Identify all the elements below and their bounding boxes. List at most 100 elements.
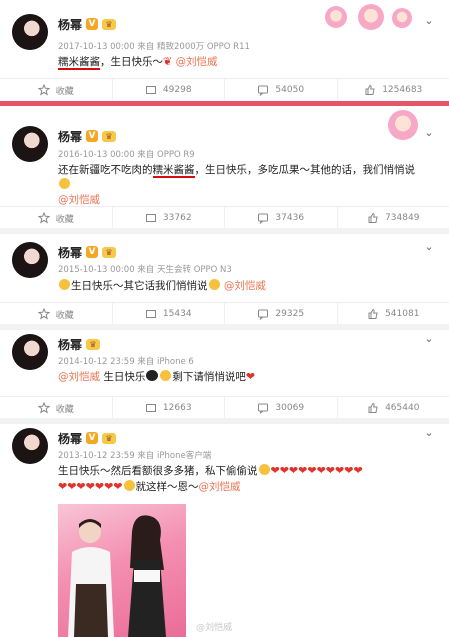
star-icon <box>37 308 50 320</box>
favorite-button[interactable]: 收藏 <box>0 397 113 418</box>
repost-count: 15434 <box>162 309 192 319</box>
comment-icon <box>257 402 269 414</box>
weibo-post-3: 杨幂 V ♛ 2015-10-13 00:00 来自 天生会转 OPPO N3 … <box>0 234 449 324</box>
repost-button[interactable]: 12663 <box>113 397 225 418</box>
comment-button[interactable]: 30069 <box>225 397 338 418</box>
repost-button[interactable]: 49298 <box>113 79 225 100</box>
laugh-emoji-icon <box>123 480 135 491</box>
action-bar: 收藏 15434 29325 541081 <box>0 302 449 324</box>
post-photo[interactable] <box>58 504 186 637</box>
comment-button[interactable]: 54050 <box>225 79 338 100</box>
cartoon-sticker-icon <box>388 110 418 140</box>
weibo-post-1: 杨幂 V ♛ 2017-10-13 00:00 来自 精致2000万 OPPO … <box>0 0 449 100</box>
post-content: 生日快乐～其它话我们悄悄说 @刘恺威 <box>58 278 427 294</box>
vip-crown-icon: ♛ <box>102 18 117 30</box>
verified-icon: V <box>86 130 99 142</box>
author-name[interactable]: 杨幂 <box>58 244 82 261</box>
content-text: 生日快乐～其它话我们悄悄说 <box>71 280 208 292</box>
repost-count: 12663 <box>162 403 192 413</box>
favorite-button[interactable]: 收藏 <box>0 79 113 100</box>
author-name[interactable]: 杨幂 <box>58 128 82 145</box>
post-header: 杨幂 V ♛ <box>58 16 117 33</box>
post-meta: 2015-10-13 00:00 来自 天生会转 OPPO N3 <box>58 265 232 275</box>
chevron-down-icon[interactable]: ⌄ <box>423 15 435 26</box>
post-content: 糯米酱酱，生日快乐～❦ @刘恺威 <box>58 54 427 70</box>
vip-crown-icon: ♛ <box>86 338 101 350</box>
smile-emoji-icon <box>258 464 270 475</box>
repost-count: 33762 <box>162 213 192 223</box>
chevron-down-icon[interactable]: ⌄ <box>423 333 435 344</box>
like-count: 541081 <box>385 309 420 319</box>
content-highlight: 糯米酱酱 <box>152 164 195 178</box>
star-icon <box>37 84 50 96</box>
comment-count: 37436 <box>275 213 305 223</box>
star-icon <box>37 402 50 414</box>
like-count: 1254683 <box>382 85 423 95</box>
post-content: @刘恺威 生日快乐 剩下请悄悄说吧❤ <box>58 369 427 385</box>
post-header: 杨幂 V ♛ <box>58 244 117 261</box>
rose-icon: ❦ <box>163 55 173 68</box>
chevron-down-icon[interactable]: ⌄ <box>423 127 435 138</box>
laugh-emoji-icon <box>59 279 70 290</box>
avatar[interactable] <box>12 428 48 464</box>
author-name[interactable]: 杨幂 <box>58 430 82 447</box>
weibo-post-2: 杨幂 V ♛ 2016-10-13 00:00 来自 OPPO R9 ⌄ 还在新… <box>0 108 449 228</box>
post-meta: 2014-10-12 23:59 来自 iPhone 6 <box>58 357 194 367</box>
repost-button[interactable]: 33762 <box>113 207 225 228</box>
post-header: 杨幂 V ♛ <box>58 128 117 145</box>
favorite-button[interactable]: 收藏 <box>0 207 113 228</box>
comment-icon <box>257 308 269 320</box>
mention-link[interactable]: @刘恺威 <box>58 194 100 206</box>
content-text: 就这样～恩～ <box>135 481 199 493</box>
weibo-post-4: 杨幂 ♛ 2014-10-12 23:59 来自 iPhone 6 ⌄ @刘恺威… <box>0 330 449 418</box>
comment-button[interactable]: 37436 <box>225 207 338 228</box>
repost-count: 49298 <box>162 85 192 95</box>
action-bar: 收藏 12663 30069 465440 <box>0 396 449 418</box>
hearts-row-icon: ❤❤❤❤❤❤❤ <box>58 480 123 493</box>
mention-link[interactable]: @刘恺威 <box>224 280 266 292</box>
thumbs-up-icon <box>367 212 379 224</box>
like-button[interactable]: 541081 <box>338 303 449 324</box>
mention-link[interactable]: @刘恺威 <box>176 56 218 68</box>
like-count: 734849 <box>385 213 420 223</box>
thumbs-up-icon <box>367 402 379 414</box>
author-name[interactable]: 杨幂 <box>58 336 82 353</box>
highlight-divider <box>0 101 449 106</box>
cartoon-sticker-icon <box>358 4 384 30</box>
mention-link[interactable]: @刘恺威 <box>58 371 100 383</box>
chevron-down-icon[interactable]: ⌄ <box>423 427 435 438</box>
man-figure-icon <box>68 519 114 637</box>
avatar[interactable] <box>12 242 48 278</box>
vip-crown-icon: ♛ <box>102 246 117 258</box>
post-content: 生日快乐～然后看额很多多猪，私下偷偷说 ❤❤❤❤❤❤❤❤❤❤ ❤❤❤❤❤❤❤ 就这样… <box>58 463 427 495</box>
content-text: 还在新疆吃不吃肉的 <box>58 164 153 176</box>
repost-icon <box>145 212 157 224</box>
repost-icon <box>145 308 157 320</box>
like-button[interactable]: 1254683 <box>338 79 449 100</box>
content-text: 生日快乐～然后看额很多多猪，私下偷偷说 <box>58 465 258 477</box>
favorite-button[interactable]: 收藏 <box>0 303 113 324</box>
mention-link[interactable]: @刘恺威 <box>199 481 241 493</box>
like-count: 465440 <box>385 403 420 413</box>
favorite-label: 收藏 <box>55 86 74 97</box>
avatar[interactable] <box>12 14 48 50</box>
action-bar: 收藏 49298 54050 1254683 <box>0 78 449 100</box>
verified-icon: V <box>86 18 99 30</box>
laugh-emoji-icon <box>146 370 159 381</box>
cartoon-sticker-icon <box>392 8 412 28</box>
smile-emoji-icon <box>160 370 172 381</box>
like-button[interactable]: 465440 <box>338 397 449 418</box>
comment-button[interactable]: 29325 <box>225 303 338 324</box>
chevron-down-icon[interactable]: ⌄ <box>423 241 435 252</box>
like-button[interactable]: 734849 <box>338 207 449 228</box>
post-content: 还在新疆吃不吃肉的糯米酱酱，生日快乐，多吃瓜果～其他的话，我们悄悄说 @刘恺威 <box>58 163 427 208</box>
author-name[interactable]: 杨幂 <box>58 16 82 33</box>
repost-button[interactable]: 15434 <box>113 303 225 324</box>
post-header: 杨幂 V ♛ <box>58 430 117 447</box>
comment-icon <box>257 84 269 96</box>
avatar[interactable] <box>12 126 48 162</box>
smile-emoji-icon <box>208 279 220 290</box>
content-text: ，生日快乐～ <box>100 56 163 68</box>
avatar[interactable] <box>12 334 48 370</box>
content-text: ，生日快乐，多吃瓜果～其他的话，我们悄悄说 <box>194 164 416 176</box>
